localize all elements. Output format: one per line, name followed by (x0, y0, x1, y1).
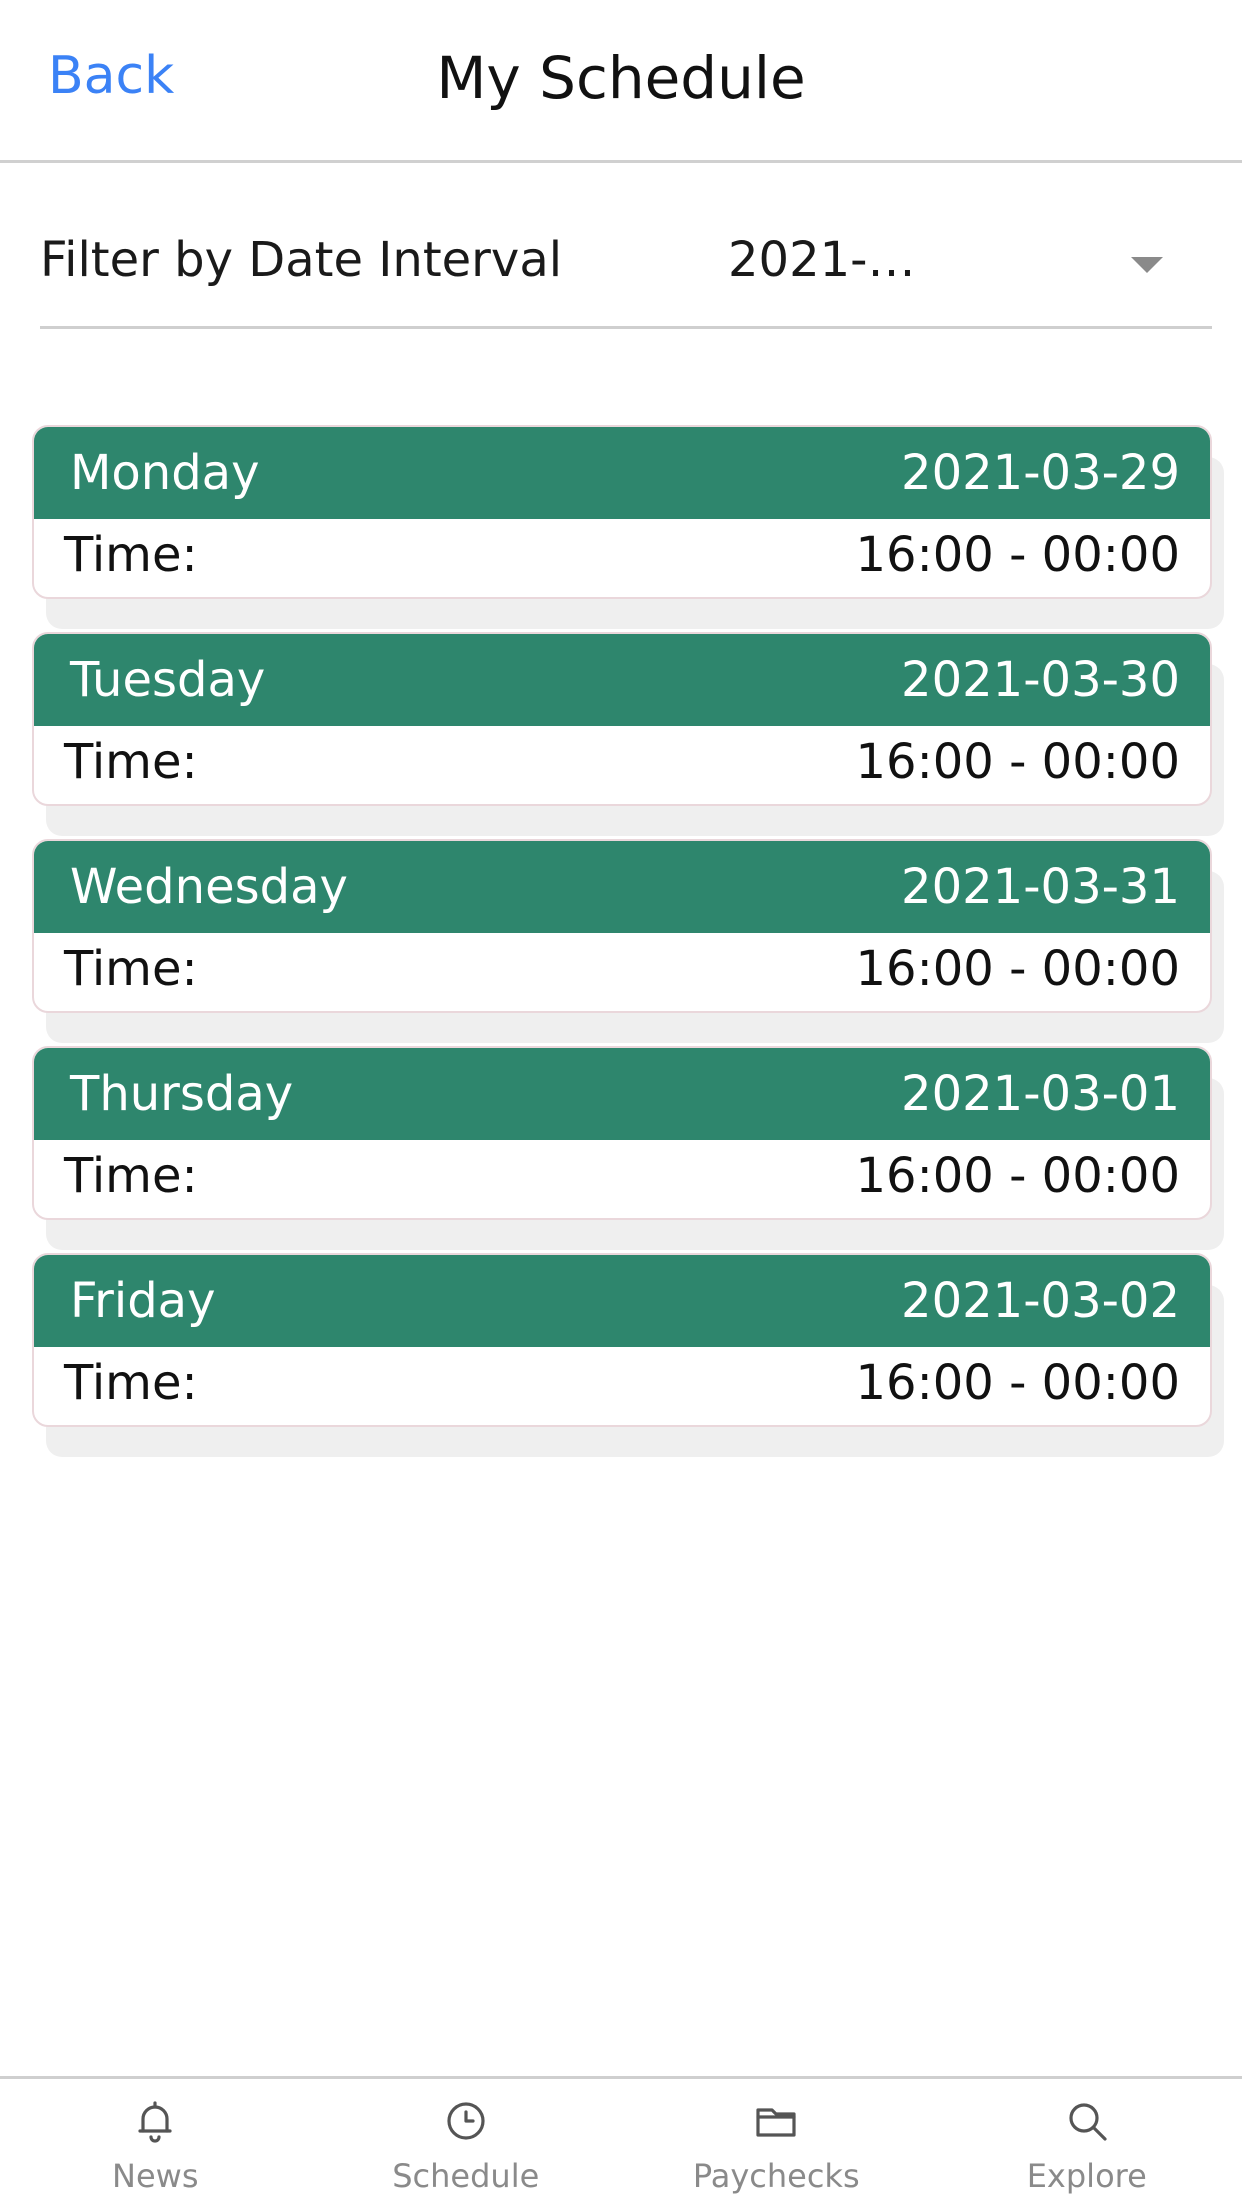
clock-icon (447, 2102, 485, 2140)
filter-label: Filter by Date Interval (40, 232, 563, 288)
page-title: My Schedule (436, 44, 806, 112)
day-card-body: Friday 2021-03-02 Time: 16:00 - 00:00 (32, 1253, 1212, 1427)
time-label: Time: (64, 941, 198, 997)
tab-schedule-label: Schedule (392, 2157, 540, 2195)
header: Back My Schedule (0, 0, 1242, 163)
time-value: 16:00 - 00:00 (855, 941, 1181, 997)
day-name: Monday (70, 445, 260, 501)
bottom-tab-bar: News Schedule Paychecks Explore (0, 2076, 1242, 2208)
day-name: Thursday (70, 1066, 294, 1122)
day-name: Friday (70, 1273, 216, 1329)
schedule-list: Monday 2021-03-29 Time: 16:00 - 00:00 Tu… (32, 425, 1224, 1460)
day-card-thursday[interactable]: Thursday 2021-03-01 Time: 16:00 - 00:00 (32, 1046, 1224, 1250)
day-card-wednesday[interactable]: Wednesday 2021-03-31 Time: 16:00 - 00:00 (32, 839, 1224, 1043)
day-card-header: Friday 2021-03-02 (34, 1255, 1210, 1347)
tab-schedule[interactable]: Schedule (311, 2079, 622, 2208)
time-label: Time: (64, 527, 198, 583)
search-icon (1069, 2103, 1107, 2141)
day-card-body: Thursday 2021-03-01 Time: 16:00 - 00:00 (32, 1046, 1212, 1220)
folder-icon (756, 2108, 796, 2137)
day-date: 2021-03-30 (901, 652, 1180, 708)
bell-icon (138, 2101, 172, 2143)
date-interval-filter[interactable]: Filter by Date Interval 2021-03-29 - 2..… (40, 212, 1212, 329)
dropdown-caret-icon[interactable] (1131, 257, 1163, 273)
app-screen: Back My Schedule Filter by Date Interval… (0, 0, 1242, 2208)
time-value: 16:00 - 00:00 (855, 734, 1181, 790)
day-date: 2021-03-31 (901, 859, 1180, 915)
time-label: Time: (64, 1148, 198, 1204)
day-card-header: Wednesday 2021-03-31 (34, 841, 1210, 933)
day-date: 2021-03-29 (901, 445, 1180, 501)
day-card-body: Monday 2021-03-29 Time: 16:00 - 00:00 (32, 425, 1212, 599)
tab-paychecks[interactable]: Paychecks (621, 2079, 932, 2208)
day-name: Wednesday (70, 859, 348, 915)
time-value: 16:00 - 00:00 (855, 527, 1181, 583)
day-card-friday[interactable]: Friday 2021-03-02 Time: 16:00 - 00:00 (32, 1253, 1224, 1457)
day-card-header: Thursday 2021-03-01 (34, 1048, 1210, 1140)
time-value: 16:00 - 00:00 (855, 1355, 1181, 1411)
day-date: 2021-03-02 (901, 1273, 1180, 1329)
day-name: Tuesday (70, 652, 266, 708)
day-card-body: Wednesday 2021-03-31 Time: 16:00 - 00:00 (32, 839, 1212, 1013)
time-label: Time: (64, 1355, 198, 1411)
tab-explore[interactable]: Explore (932, 2079, 1242, 2208)
tab-explore-label: Explore (1026, 2157, 1147, 2195)
tab-news[interactable]: News (0, 2079, 311, 2208)
tab-paychecks-label: Paychecks (692, 2157, 860, 2195)
filter-selected-value[interactable]: 2021-03-29 - 2... (728, 232, 938, 288)
day-card-body: Tuesday 2021-03-30 Time: 16:00 - 00:00 (32, 632, 1212, 806)
day-date: 2021-03-01 (901, 1066, 1180, 1122)
time-value: 16:00 - 00:00 (855, 1148, 1181, 1204)
day-card-header: Monday 2021-03-29 (34, 427, 1210, 519)
time-label: Time: (64, 734, 198, 790)
tab-news-label: News (112, 2157, 199, 2195)
day-card-header: Tuesday 2021-03-30 (34, 634, 1210, 726)
day-card-monday[interactable]: Monday 2021-03-29 Time: 16:00 - 00:00 (32, 425, 1224, 629)
day-card-tuesday[interactable]: Tuesday 2021-03-30 Time: 16:00 - 00:00 (32, 632, 1224, 836)
